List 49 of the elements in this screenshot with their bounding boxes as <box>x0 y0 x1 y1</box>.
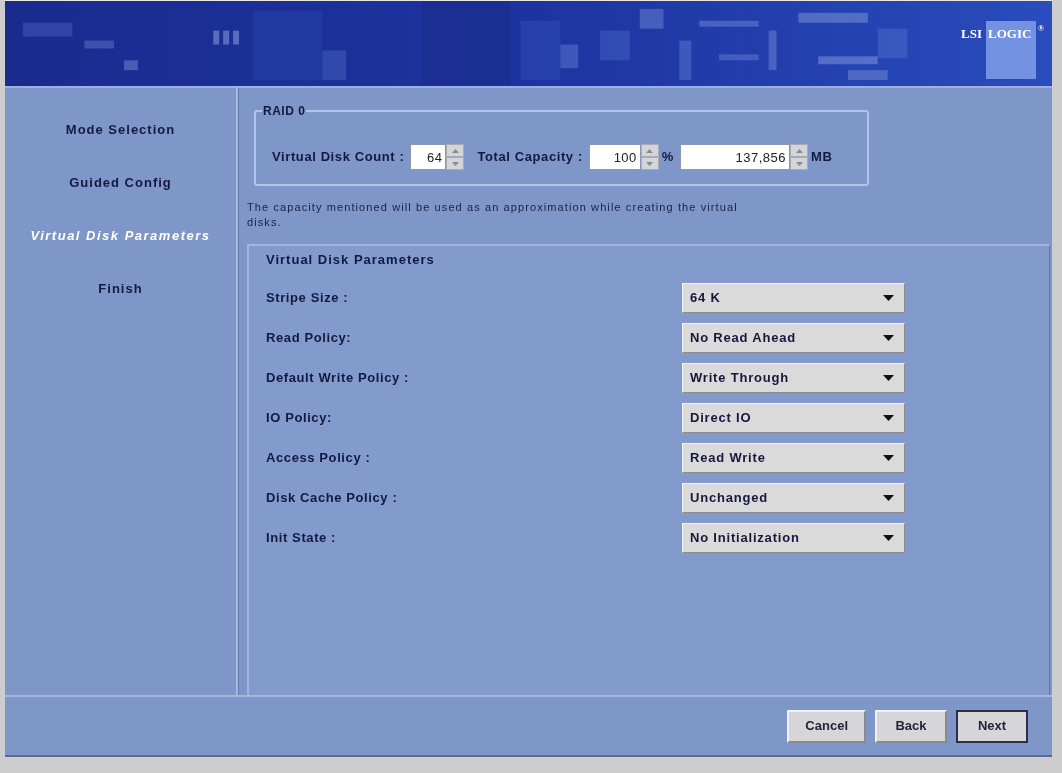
dropdown[interactable]: Write Through <box>682 363 905 393</box>
dropdown[interactable]: Direct IO <box>682 403 905 433</box>
number-field[interactable]: 137,856 <box>680 144 790 170</box>
field-label: Virtual Disk Count : <box>272 148 405 167</box>
wizard-step: Virtual Disk Parameters <box>30 228 211 244</box>
up-arrow-icon <box>795 148 803 153</box>
wizard-button[interactable]: Cancel <box>787 709 866 743</box>
unit-label: % <box>661 148 674 167</box>
wizard-step: Guided Config <box>69 175 172 191</box>
number-field[interactable]: 100 <box>588 144 641 170</box>
field-label: IO Policy: <box>266 409 333 428</box>
up-arrow-icon <box>646 148 654 153</box>
unit-label: MB <box>811 148 833 167</box>
number-field[interactable]: 64 <box>410 144 447 170</box>
dropdown[interactable]: No Read Ahead <box>682 323 905 353</box>
down-arrow-icon <box>646 161 654 166</box>
caret-down-icon <box>883 535 894 541</box>
field-label: Read Policy: <box>266 329 353 348</box>
up-arrow-icon <box>451 148 459 153</box>
caret-down-icon <box>883 295 894 301</box>
field-label: Init State : <box>266 529 338 548</box>
wizard-step: Mode Selection <box>65 122 176 138</box>
capacity-note: The capacity mentioned will be used as an approximation while creating the virtual disks. <box>247 200 739 230</box>
wizard-step: Finish <box>98 281 143 297</box>
spin-up-button[interactable] <box>790 144 808 157</box>
caret-down-icon <box>883 455 894 461</box>
dropdown[interactable]: Unchanged <box>682 483 905 513</box>
field-label: Total Capacity : <box>477 148 583 167</box>
group-title: RAID 0 <box>262 103 307 120</box>
caret-down-icon <box>883 415 894 421</box>
spin-down-button[interactable] <box>790 157 808 170</box>
field-label: Default Write Policy : <box>266 369 410 388</box>
dropdown[interactable]: No Initialization <box>682 523 905 553</box>
company-logo: LSI LOGIC ® <box>957 1 1052 86</box>
spin-up-button[interactable] <box>446 144 465 157</box>
down-arrow-icon <box>795 161 803 166</box>
field-label: Stripe Size : <box>266 289 350 308</box>
caret-down-icon <box>883 495 894 501</box>
field-label: Access Policy : <box>266 449 372 468</box>
caret-down-icon <box>883 375 894 381</box>
wizard-button[interactable]: Next <box>956 709 1028 743</box>
panel-title: Virtual Disk Parameters <box>266 252 436 268</box>
dropdown[interactable]: 64 K <box>682 283 905 313</box>
dropdown[interactable]: Read Write <box>682 443 905 473</box>
field-label: Disk Cache Policy : <box>266 489 399 508</box>
caret-down-icon <box>883 335 894 341</box>
wizard-button[interactable]: Back <box>875 709 947 743</box>
spin-down-button[interactable] <box>446 157 465 170</box>
down-arrow-icon <box>451 161 459 166</box>
